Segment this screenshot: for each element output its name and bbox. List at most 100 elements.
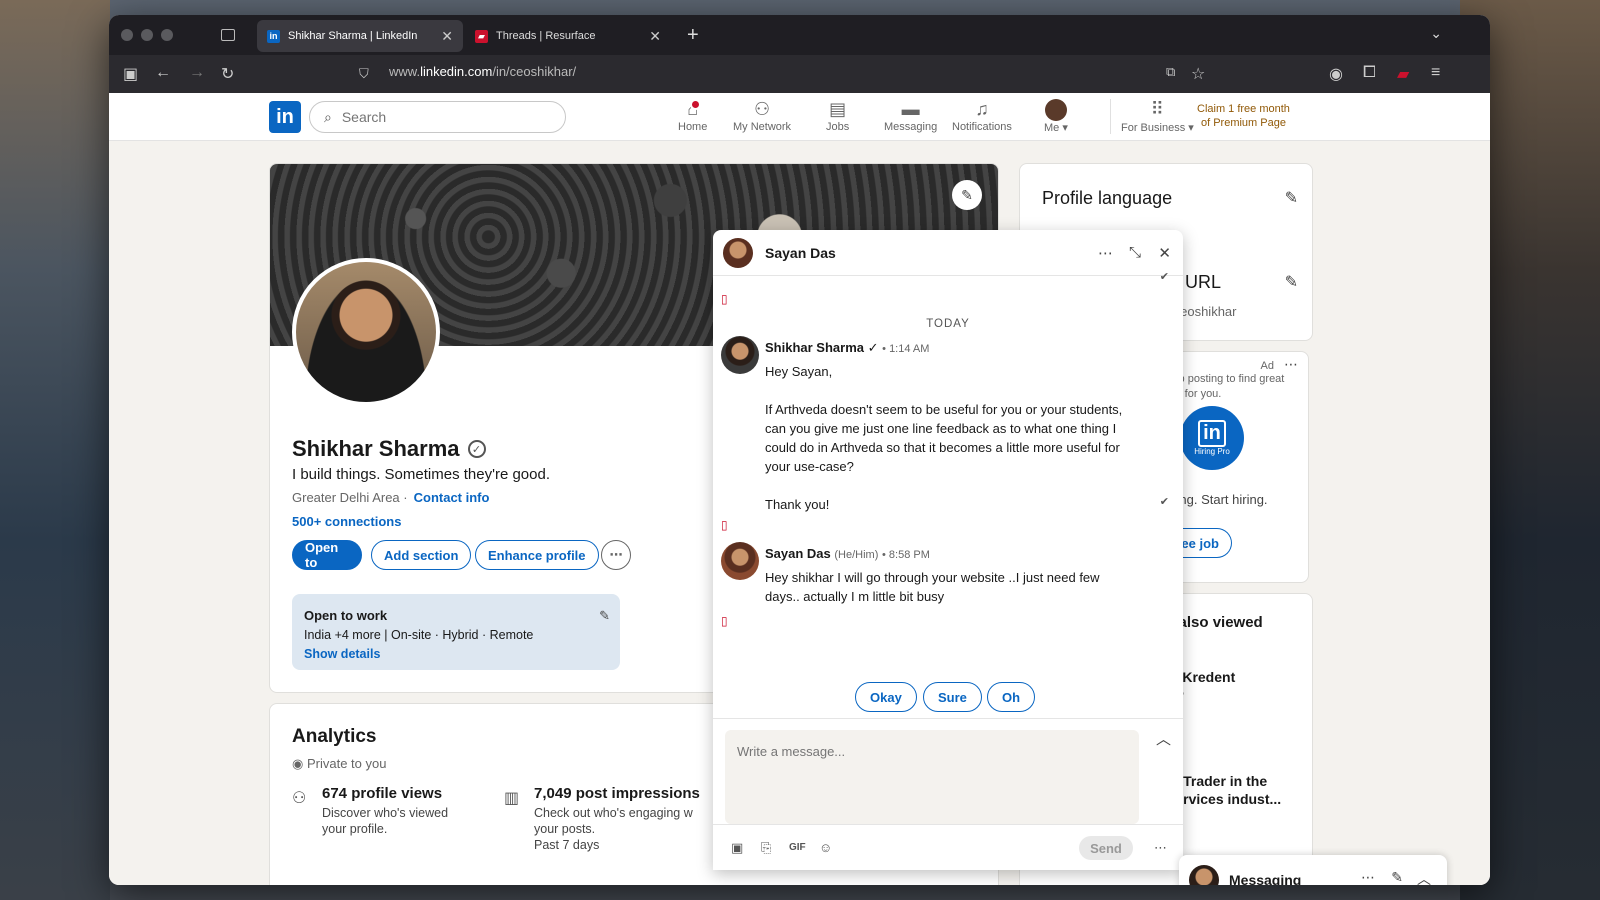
chat-footer: ▣ ⎘ GIF ☺ Send ⋯: [713, 824, 1183, 870]
message-input[interactable]: [737, 744, 1127, 810]
edit-pencil-icon[interactable]: ✎: [1285, 188, 1298, 208]
nav-jobs[interactable]: ▤ Jobs: [826, 99, 849, 133]
close-icon[interactable]: ✕: [1158, 244, 1171, 262]
quick-reply-oh[interactable]: Oh: [987, 682, 1036, 712]
attachment-icon[interactable]: ⎘: [761, 840, 771, 856]
connections-link[interactable]: 500+ connections: [292, 514, 401, 529]
ad-cta-text: iting. Start hiring.: [1170, 492, 1268, 507]
quick-reply-sure[interactable]: Sure: [923, 682, 982, 712]
tab-title: Threads | Resurface: [496, 30, 596, 42]
tab-title: Shikhar Sharma | LinkedIn: [288, 30, 418, 42]
shield-icon[interactable]: ⛉: [359, 66, 369, 82]
expand-up-icon[interactable]: ︿: [1156, 728, 1171, 749]
avatar-icon: [1044, 99, 1067, 121]
profile-name: Shikhar Sharma ✓: [292, 436, 486, 462]
nav-notifications[interactable]: ♫ Notifications: [952, 99, 1012, 133]
nav-for-business[interactable]: ⠿ For Business ▾: [1110, 99, 1194, 134]
verified-icon[interactable]: ✓: [467, 440, 486, 458]
chevron-down-icon[interactable]: ⌄: [1430, 25, 1442, 42]
sidebar-toggle-icon[interactable]: ▣: [123, 64, 138, 84]
image-icon[interactable]: ▣: [731, 840, 743, 856]
send-button[interactable]: Send: [1079, 836, 1133, 860]
gif-icon[interactable]: GIF: [789, 842, 806, 853]
profile-language-title: Profile language: [1042, 188, 1173, 208]
more-options-icon[interactable]: ⋯: [1361, 869, 1375, 885]
linkedin-logo-icon[interactable]: in: [269, 101, 301, 133]
verified-icon: ✓: [867, 340, 879, 355]
message-header: Sayan Das (He/Him) • 8:58 PM: [765, 546, 930, 561]
contact-info-link[interactable]: Contact info: [414, 490, 490, 505]
viewed-profile-2[interactable]: nt Trader in the Services indust...: [1166, 772, 1281, 808]
compose-box[interactable]: [725, 730, 1139, 824]
screen-share-icon[interactable]: ⧉: [1166, 64, 1175, 80]
contact-avatar[interactable]: [723, 237, 753, 268]
menu-icon[interactable]: ≡: [1431, 64, 1440, 82]
grid-icon: ⠿: [1150, 99, 1164, 119]
account-icon[interactable]: ◉: [1329, 64, 1343, 84]
minimize-icon[interactable]: ⤡: [1129, 244, 1141, 261]
nav-messaging[interactable]: ▬ Messaging: [884, 99, 937, 133]
tab-threads[interactable]: ▰ Threads | Resurface ✕: [465, 20, 671, 52]
chat-header[interactable]: Sayan Das ⋯ ⤡ ✕: [713, 230, 1183, 276]
nav-me[interactable]: Me ▾: [1044, 99, 1068, 134]
quick-reply-okay[interactable]: Okay: [855, 682, 917, 712]
nav-my-network[interactable]: ⚇ My Network: [733, 99, 791, 133]
chat-contact-name[interactable]: Sayan Das: [765, 245, 836, 261]
close-dot[interactable]: [121, 29, 133, 41]
new-tab-icon[interactable]: +: [687, 24, 699, 47]
briefcase-icon: ▤: [829, 99, 847, 119]
sender-avatar[interactable]: [721, 336, 759, 374]
message-header: Shikhar Sharma ✓ • 1:14 AM: [765, 340, 930, 355]
window-controls[interactable]: [121, 29, 173, 41]
show-details-link[interactable]: Show details: [304, 647, 380, 661]
open-to-button[interactable]: Open to: [292, 540, 362, 570]
open-to-work-card: Open to work India +4 more | On-site · H…: [292, 594, 620, 670]
chevron-up-icon[interactable]: ︿: [1417, 869, 1431, 885]
profile-views-stat[interactable]: 674 profile views Discover who's viewed yo…: [322, 786, 448, 837]
bookmark-icon[interactable]: ▯: [721, 518, 728, 532]
analytics-title: Analytics: [292, 726, 377, 747]
divider: [713, 718, 1183, 719]
bookmark-star-icon[interactable]: ☆: [1191, 64, 1205, 84]
close-tab-icon[interactable]: ✕: [441, 28, 453, 45]
enhance-profile-button[interactable]: Enhance profile: [475, 540, 599, 570]
more-actions-button[interactable]: ⋯: [601, 540, 631, 570]
bookmark-icon[interactable]: ▯: [721, 614, 728, 628]
chat-icon: ▬: [901, 99, 920, 119]
minimize-dot[interactable]: [141, 29, 153, 41]
resurface-favicon-icon: ▰: [475, 29, 488, 43]
profile-photo[interactable]: [292, 258, 440, 406]
more-options-icon[interactable]: ⋯: [1154, 840, 1167, 856]
more-options-icon[interactable]: ⋯: [1284, 356, 1298, 373]
messaging-label: Messaging: [1229, 872, 1302, 885]
sender-avatar[interactable]: [721, 542, 759, 580]
add-section-button[interactable]: Add section: [371, 540, 472, 570]
edit-cover-icon[interactable]: ✎: [952, 180, 982, 210]
tab-bar: in Shikhar Sharma | LinkedIn ✕ ▰ Threads…: [109, 15, 1490, 55]
url-field[interactable]: www.linkedin.com/in/ceoshikhar/: [389, 64, 576, 79]
profile-location: Greater Delhi Area · Contact info: [292, 490, 490, 505]
premium-offer-link[interactable]: Claim 1 free month of Premium Page: [1197, 102, 1290, 130]
search-box[interactable]: ⌕: [309, 101, 566, 133]
profile-headline: I build things. Sometimes they're good.: [292, 466, 551, 483]
extensions-icon[interactable]: ⧠: [1363, 64, 1376, 82]
edit-pencil-icon[interactable]: ✎: [1285, 272, 1298, 292]
messaging-dock[interactable]: Messaging ⋯ ✎ ︿: [1179, 855, 1447, 885]
emoji-icon[interactable]: ☺: [819, 840, 832, 855]
search-input[interactable]: [341, 109, 522, 125]
more-options-icon[interactable]: ⋯: [1098, 244, 1113, 262]
reload-icon[interactable]: ↻: [221, 64, 234, 84]
post-impressions-stat[interactable]: 7,049 post impressions Check out who's en…: [534, 786, 700, 853]
resurface-extension-icon[interactable]: ▰: [1397, 64, 1409, 84]
back-icon[interactable]: ←: [155, 64, 171, 82]
edit-pencil-icon[interactable]: ✎: [599, 606, 610, 625]
close-tab-icon[interactable]: ✕: [649, 28, 661, 45]
nav-home[interactable]: ⌂Home: [678, 99, 707, 133]
compose-icon[interactable]: ✎: [1391, 869, 1403, 885]
browser-window: in Shikhar Sharma | LinkedIn ✕ ▰ Threads…: [109, 15, 1490, 885]
bookmark-icon[interactable]: ▯: [721, 292, 728, 306]
tab-linkedin[interactable]: in Shikhar Sharma | LinkedIn ✕: [257, 20, 463, 52]
forward-icon[interactable]: →: [189, 64, 205, 82]
tab-list-icon[interactable]: [221, 29, 235, 41]
zoom-dot[interactable]: [161, 29, 173, 41]
